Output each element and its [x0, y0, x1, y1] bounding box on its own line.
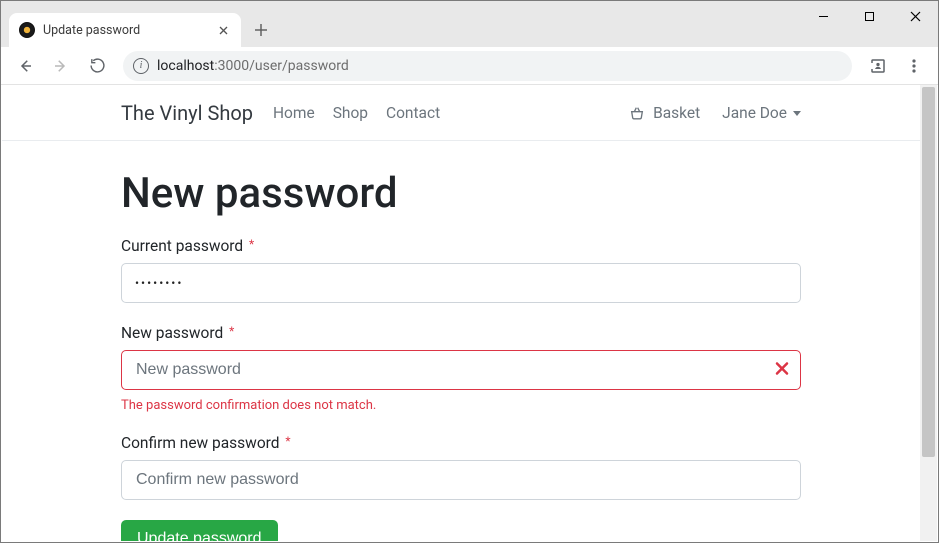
main-content: New password Current password * ••••••••…: [111, 141, 811, 541]
page-viewport: The Vinyl Shop Home Shop Contact Basket …: [2, 85, 937, 541]
browser-toolbar: i localhost:3000/user/password: [1, 47, 938, 85]
window-close-button[interactable]: [892, 1, 938, 31]
invalid-icon: [775, 361, 789, 380]
vertical-scrollbar[interactable]: [920, 85, 937, 541]
profile-button[interactable]: [862, 50, 894, 82]
confirm-password-label: Confirm new password *: [121, 434, 291, 452]
chevron-down-icon: [793, 111, 801, 116]
browser-tabstrip: Update password: [1, 13, 938, 47]
new-tab-button[interactable]: [247, 16, 275, 44]
user-dropdown[interactable]: Jane Doe: [722, 104, 801, 122]
required-mark: *: [249, 237, 254, 251]
new-password-input[interactable]: [121, 350, 801, 390]
nav-link-contact[interactable]: Contact: [386, 104, 440, 122]
confirm-password-input[interactable]: [121, 460, 801, 500]
address-bar[interactable]: i localhost:3000/user/password: [123, 51, 852, 81]
url-host: localhost: [157, 58, 214, 74]
user-name: Jane Doe: [722, 104, 787, 122]
tab-title: Update password: [43, 23, 207, 38]
brand[interactable]: The Vinyl Shop: [121, 101, 253, 125]
url-text: localhost:3000/user/password: [157, 58, 349, 74]
nav-link-shop[interactable]: Shop: [333, 104, 368, 122]
required-mark: *: [229, 324, 234, 338]
browser-menu-button[interactable]: [898, 50, 930, 82]
favicon-icon: [19, 22, 35, 38]
nav-links: Home Shop Contact: [273, 104, 440, 122]
window-maximize-button[interactable]: [846, 1, 892, 31]
page-body: The Vinyl Shop Home Shop Contact Basket …: [2, 85, 920, 541]
window-titlebar: [1, 1, 938, 13]
scrollbar-thumb[interactable]: [922, 87, 935, 457]
browser-tab-active[interactable]: Update password: [9, 13, 241, 47]
nav-link-home[interactable]: Home: [273, 104, 315, 122]
new-password-error: The password confirmation does not match…: [121, 398, 801, 413]
form-group-current-password: Current password * ••••••••: [121, 236, 801, 303]
new-password-label: New password *: [121, 324, 234, 342]
basket-icon: [629, 105, 645, 121]
nav-basket[interactable]: Basket: [629, 104, 700, 122]
page-title: New password: [121, 169, 801, 218]
site-navbar: The Vinyl Shop Home Shop Contact Basket …: [2, 85, 920, 141]
nav-back-button[interactable]: [9, 50, 41, 82]
current-password-input[interactable]: [121, 263, 801, 303]
url-path: :3000/user/password: [214, 58, 348, 74]
tab-close-button[interactable]: [215, 22, 231, 38]
current-password-label: Current password *: [121, 237, 254, 255]
basket-label: Basket: [653, 104, 700, 122]
form-group-new-password: New password * The password confirmation…: [121, 323, 801, 413]
nav-reload-button[interactable]: [81, 50, 113, 82]
nav-forward-button[interactable]: [45, 50, 77, 82]
update-password-button[interactable]: Update password: [121, 520, 278, 541]
window-controls: [800, 1, 938, 31]
site-info-icon[interactable]: i: [133, 58, 149, 74]
window-minimize-button[interactable]: [800, 1, 846, 31]
form-group-confirm-password: Confirm new password *: [121, 433, 801, 500]
required-mark: *: [285, 434, 290, 448]
